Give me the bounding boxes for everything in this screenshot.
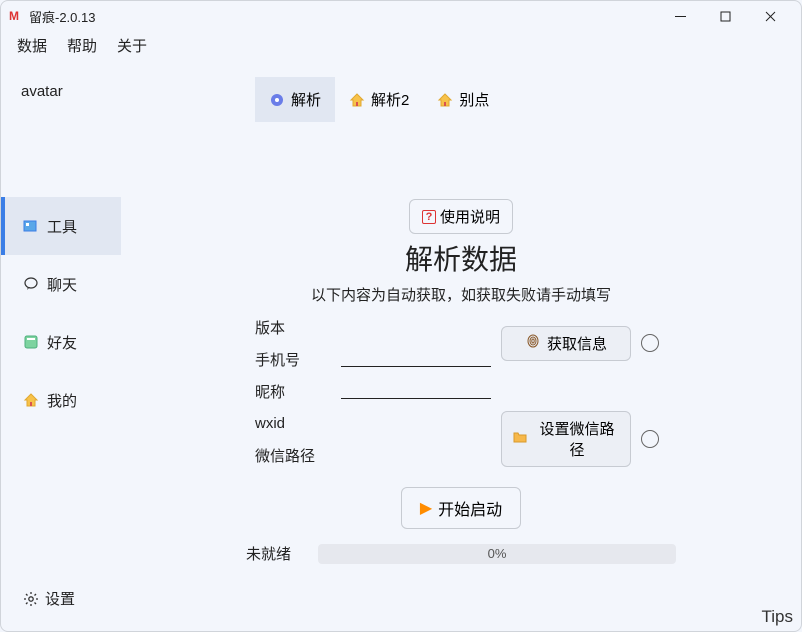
sidebar-item-label: 好友: [47, 332, 77, 353]
panel-subtitle: 以下内容为自动获取，如获取失败请手动填写: [311, 284, 611, 305]
label-version: 版本: [251, 313, 331, 341]
window-title: 留痕-2.0.13: [29, 7, 95, 26]
radio-get-info[interactable]: [641, 334, 659, 352]
set-path-button[interactable]: 设置微信路径: [501, 411, 631, 467]
label-wxid: wxid: [251, 409, 331, 437]
menu-about[interactable]: 关于: [107, 31, 157, 60]
sidebar-item-label: 工具: [47, 216, 77, 237]
tab-label: 解析: [291, 89, 321, 110]
sidebar: avatar 工具 聊天 好友 我的: [1, 59, 121, 631]
value-version: [341, 313, 491, 341]
tabs: 解析 解析2 别点: [255, 77, 503, 122]
menu-help[interactable]: 帮助: [57, 31, 107, 60]
label-phone: 手机号: [251, 345, 331, 373]
progress-text: 0%: [488, 546, 507, 561]
start-button[interactable]: ▶ 开始启动: [401, 487, 521, 529]
menu-data[interactable]: 数据: [7, 31, 57, 60]
label-wxpath: 微信路径: [251, 441, 331, 469]
friends-icon: [23, 334, 39, 350]
tab-parse2[interactable]: 解析2: [335, 77, 423, 122]
panel-title: 解析数据: [405, 238, 517, 278]
value-wxid: [341, 409, 491, 437]
sidebar-item-tools[interactable]: 工具: [1, 197, 121, 255]
progress-row: 未就绪 0%: [246, 543, 676, 564]
form: 版本 获取信息 手机号 昵称 wxid: [121, 313, 801, 469]
set-path-label: 设置微信路径: [534, 418, 620, 460]
app-logo-icon: M: [9, 9, 23, 23]
avatar-label: avatar: [1, 67, 121, 117]
help-button[interactable]: ? 使用说明: [409, 199, 513, 234]
progress-status: 未就绪: [246, 543, 306, 564]
home-icon: [23, 392, 39, 408]
question-icon: ?: [422, 210, 436, 224]
sidebar-item-label: 聊天: [47, 274, 77, 295]
label-nickname: 昵称: [251, 377, 331, 405]
get-info-button[interactable]: 获取信息: [501, 326, 631, 361]
input-phone[interactable]: [341, 345, 491, 367]
window-controls: [658, 1, 793, 31]
tab-label: 别点: [459, 89, 489, 110]
folder-icon: [512, 429, 528, 449]
minimize-button[interactable]: [658, 1, 703, 31]
home-icon: [437, 92, 453, 108]
help-button-label: 使用说明: [440, 206, 500, 227]
tab-parse[interactable]: 解析: [255, 77, 335, 122]
chat-icon: [23, 276, 39, 292]
main: 解析 解析2 别点 ? 使用说明 解析数据 以下内容为自动获取: [121, 59, 801, 631]
disc-icon: [269, 92, 285, 108]
tools-icon: [23, 218, 39, 234]
progress-bar: 0%: [318, 544, 676, 564]
play-icon: ▶: [420, 498, 432, 518]
sidebar-item-chat[interactable]: 聊天: [1, 255, 121, 313]
settings-label: 设置: [45, 588, 75, 609]
radio-set-path[interactable]: [641, 430, 659, 448]
value-wxpath: [341, 441, 491, 469]
maximize-button[interactable]: [703, 1, 748, 31]
tips-link[interactable]: Tips: [762, 607, 794, 627]
get-info-label: 获取信息: [547, 333, 607, 354]
sidebar-item-friends[interactable]: 好友: [1, 313, 121, 371]
gear-icon: [23, 591, 39, 607]
home-icon: [349, 92, 365, 108]
menu-bar: 数据 帮助 关于: [1, 31, 801, 59]
panel-parse: ? 使用说明 解析数据 以下内容为自动获取，如获取失败请手动填写 版本 获取信息…: [121, 199, 801, 564]
input-nickname[interactable]: [341, 377, 491, 399]
tab-label: 解析2: [371, 89, 409, 110]
fingerprint-icon: [525, 333, 541, 353]
sidebar-item-mine[interactable]: 我的: [1, 371, 121, 429]
title-bar: M 留痕-2.0.13: [1, 1, 801, 31]
close-button[interactable]: [748, 1, 793, 31]
body: avatar 工具 聊天 好友 我的: [1, 59, 801, 631]
sidebar-settings[interactable]: 设置: [1, 588, 121, 609]
sidebar-item-label: 我的: [47, 390, 77, 411]
tab-dont-click[interactable]: 别点: [423, 77, 503, 122]
start-button-label: 开始启动: [438, 496, 502, 520]
